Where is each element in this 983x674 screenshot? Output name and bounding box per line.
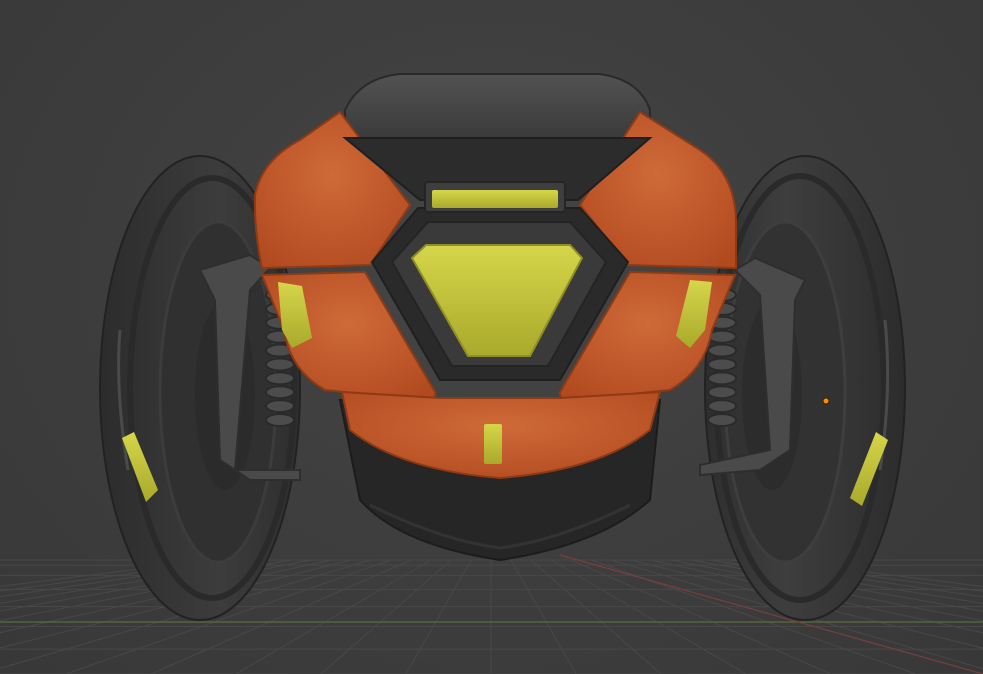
robot-model[interactable] bbox=[99, 73, 906, 621]
spring-coil bbox=[707, 343, 737, 358]
spring-coil bbox=[707, 371, 737, 386]
grid-line bbox=[320, 559, 452, 674]
viewport-scene bbox=[0, 73, 983, 674]
grid-line bbox=[530, 559, 662, 674]
3d-viewport[interactable] bbox=[0, 0, 983, 674]
spring-coil bbox=[265, 399, 295, 414]
spring-coil bbox=[265, 385, 295, 400]
spring-coil bbox=[265, 357, 295, 372]
top-light bbox=[432, 190, 558, 208]
origin-marker[interactable] bbox=[822, 397, 830, 405]
grid-line bbox=[405, 559, 472, 674]
spring-coil bbox=[265, 413, 295, 427]
spring-coil bbox=[707, 413, 737, 427]
top-cap bbox=[344, 73, 651, 141]
spring-coil bbox=[707, 357, 737, 372]
chin-light bbox=[484, 424, 502, 464]
spring-coil bbox=[265, 371, 295, 386]
spring-coil bbox=[707, 385, 737, 400]
grid-line bbox=[235, 559, 432, 674]
spring-coil bbox=[707, 399, 737, 414]
grid-line bbox=[550, 559, 747, 674]
grid-line bbox=[510, 559, 577, 674]
